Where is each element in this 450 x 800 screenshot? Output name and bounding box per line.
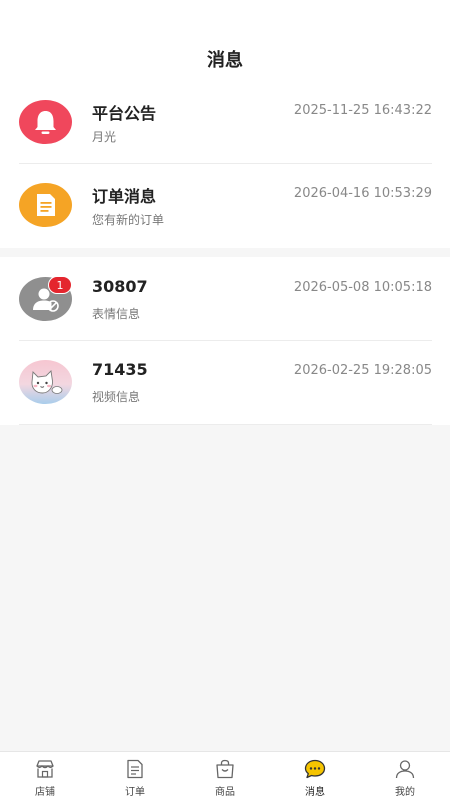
- chat-subtitle: 视频信息: [92, 390, 141, 404]
- tab-store[interactable]: 店铺: [0, 752, 90, 800]
- store-icon: [36, 760, 54, 778]
- divider: [19, 424, 432, 425]
- chat-avatar: 1: [19, 276, 72, 321]
- message-time: 2025-11-25 16:43:22: [293, 103, 432, 118]
- bottom-tab-bar: 店铺 订单 商品 消息 我的: [0, 751, 450, 800]
- chat-time: 2026-02-25 19:28:05: [293, 363, 432, 378]
- message-subtitle: 您有新的订单: [92, 213, 165, 227]
- chat-bubble-icon: [304, 759, 326, 779]
- page-title: 消息: [207, 50, 243, 71]
- cat-avatar-icon: [19, 360, 72, 404]
- message-time: 2026-04-16 10:53:29: [293, 186, 432, 201]
- chat-item-30807[interactable]: 1 30807 表情信息 2026-05-08 10:05:18: [0, 257, 450, 341]
- document-icon: [37, 194, 55, 216]
- announcement-avatar: [19, 100, 72, 144]
- tab-messages[interactable]: 消息: [270, 752, 360, 800]
- chat-name: 71435: [92, 360, 148, 379]
- tab-label: 订单: [125, 787, 145, 798]
- order-avatar: [19, 183, 72, 227]
- user-icon: [395, 760, 415, 779]
- message-name: 订单消息: [92, 187, 157, 206]
- message-subtitle: 月光: [92, 130, 117, 144]
- chat-list: 1 30807 表情信息 2026-05-08 10:05:18 71435 视…: [0, 257, 450, 425]
- chat-name: 30807: [92, 277, 148, 296]
- tab-label: 我的: [395, 787, 415, 798]
- chat-avatar: [19, 360, 72, 404]
- message-name: 平台公告: [92, 104, 157, 123]
- message-item-announcement[interactable]: 平台公告 月光 2025-11-25 16:43:22: [0, 80, 450, 164]
- unread-badge: 1: [48, 276, 72, 294]
- system-message-list: 平台公告 月光 2025-11-25 16:43:22 订单消息 您有新的订单 …: [0, 80, 450, 248]
- chat-item-71435[interactable]: 71435 视频信息 2026-02-25 19:28:05: [0, 341, 450, 425]
- chat-subtitle: 表情信息: [92, 307, 141, 321]
- tab-label: 消息: [305, 787, 325, 798]
- bag-icon: [216, 759, 234, 779]
- message-item-order[interactable]: 订单消息 您有新的订单 2026-04-16 10:53:29: [0, 164, 450, 248]
- order-icon: [127, 759, 143, 779]
- tab-orders[interactable]: 订单: [90, 752, 180, 800]
- header: 消息: [0, 0, 450, 92]
- tab-label: 商品: [215, 787, 235, 798]
- tab-products[interactable]: 商品: [180, 752, 270, 800]
- tab-profile[interactable]: 我的: [360, 752, 450, 800]
- tab-label: 店铺: [35, 787, 55, 798]
- chat-time: 2026-05-08 10:05:18: [293, 280, 432, 295]
- bell-icon: [35, 111, 56, 134]
